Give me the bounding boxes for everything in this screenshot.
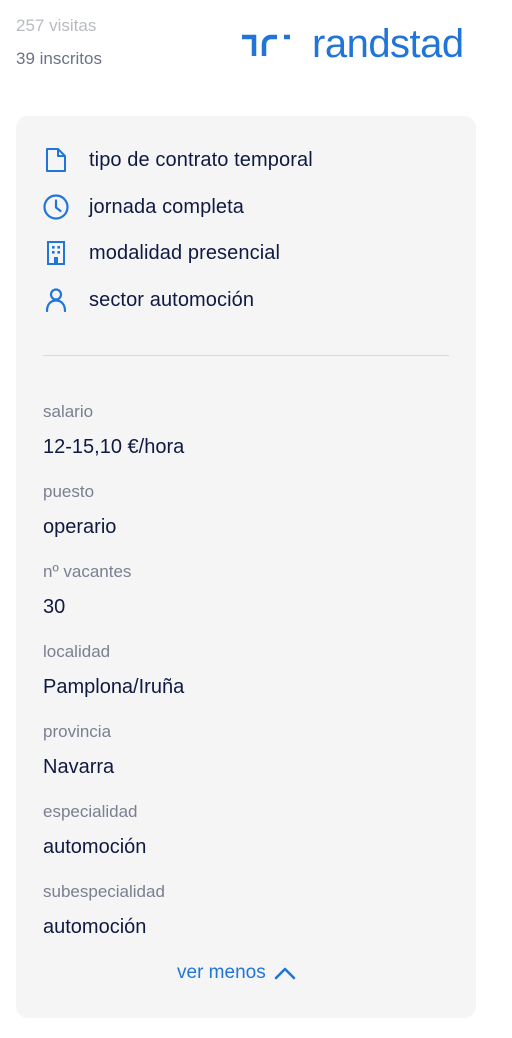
vacancies-label: nº vacantes — [43, 562, 132, 581]
randstad-logo-text: randstad — [312, 22, 464, 66]
chevron-up-icon — [274, 967, 296, 980]
feature-label: jornada completa — [89, 195, 245, 218]
feature-label: modalidad presencial — [89, 241, 281, 264]
randstad-logo-mark — [242, 34, 290, 56]
job-stats: 257 visitas 39 inscritos — [16, 14, 102, 71]
document-icon — [42, 146, 70, 174]
show-less-label: ver menos — [177, 962, 266, 983]
visits-count: 257 visitas — [16, 16, 97, 35]
clock-icon — [42, 193, 70, 221]
specialty-label: especialidad — [43, 802, 138, 821]
job-details-card: tipo de contrato temporal jornada comple… — [16, 116, 476, 1018]
position-value: operario — [43, 516, 117, 538]
feature-schedule: jornada completa — [42, 192, 244, 222]
salary-value: 12-15,10 €/hora — [43, 436, 185, 458]
feature-label: tipo de contrato temporal — [89, 148, 313, 171]
enrolled-count: 39 inscritos — [16, 49, 102, 68]
vacancies-value: 30 — [43, 596, 66, 618]
feature-contract-type: tipo de contrato temporal — [42, 145, 313, 175]
subspecialty-value: automoción — [43, 916, 147, 938]
randstad-logo: randstad — [240, 22, 464, 66]
subspecialty-label: subespecialidad — [43, 882, 165, 901]
show-less-button[interactable]: ver menos — [177, 962, 296, 984]
feature-modality: modalidad presencial — [42, 238, 280, 268]
salary-label: salario — [43, 402, 94, 421]
locality-value: Pamplona/Iruña — [43, 676, 185, 698]
position-label: puesto — [43, 482, 95, 501]
feature-label: sector automoción — [89, 288, 255, 311]
specialty-value: automoción — [43, 836, 147, 858]
person-icon — [42, 286, 70, 314]
building-icon — [42, 239, 70, 267]
divider — [43, 355, 449, 356]
locality-label: localidad — [43, 642, 111, 661]
feature-sector: sector automoción — [42, 285, 254, 315]
province-label: provincia — [43, 722, 112, 741]
province-value: Navarra — [43, 756, 115, 778]
